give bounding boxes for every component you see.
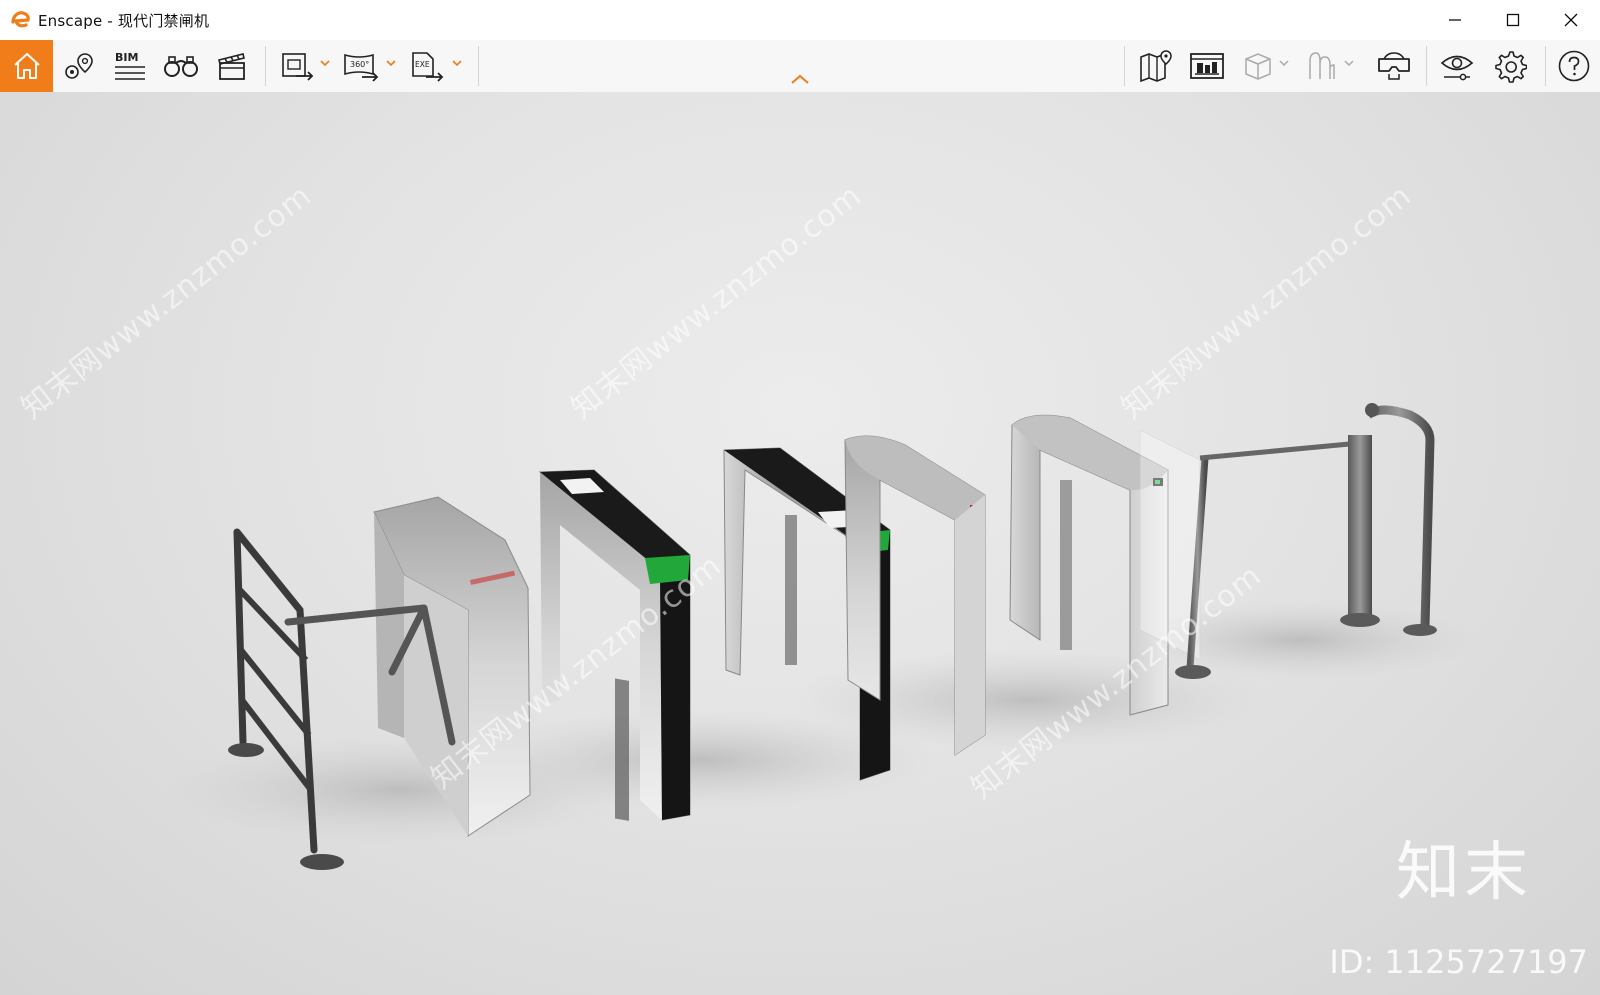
- title-bar: Enscape - 现代门禁闸机: [0, 0, 1600, 40]
- export-image-icon: [282, 53, 314, 81]
- close-button[interactable]: [1542, 0, 1600, 40]
- binoculars-icon: [164, 56, 198, 77]
- vr-button[interactable]: [1370, 40, 1418, 92]
- enscape-logo-icon: [11, 11, 30, 28]
- atmosphere-button[interactable]: [1302, 40, 1342, 92]
- visual-settings-button[interactable]: [1433, 40, 1481, 92]
- clapperboard-icon: [218, 53, 245, 80]
- home-button[interactable]: [0, 40, 53, 92]
- bim-label: BIM: [115, 51, 138, 64]
- exe-label: EXE: [415, 60, 430, 69]
- chevron-down-icon[interactable]: [386, 58, 396, 68]
- close-icon: [1564, 13, 1578, 27]
- atmosphere-icon: [1309, 52, 1335, 79]
- brand-watermark: 知末: [1396, 836, 1532, 910]
- location-pin-icon: [65, 53, 93, 79]
- cube-icon: [1245, 53, 1271, 80]
- cube-button[interactable]: [1238, 40, 1278, 92]
- help-icon: [1558, 50, 1590, 82]
- chevron-down-icon[interactable]: [1344, 58, 1354, 68]
- map-icon: [1140, 50, 1172, 83]
- collapse-toolbar-icon[interactable]: [790, 73, 810, 85]
- panorama-button[interactable]: 360°: [337, 40, 385, 92]
- toolbar-separator: [1426, 46, 1427, 86]
- minimize-icon: [1449, 19, 1461, 21]
- map-button[interactable]: [1132, 40, 1180, 92]
- help-button[interactable]: [1550, 40, 1598, 92]
- render-viewport[interactable]: 知末网www.znzmo.com 知末网www.znzmo.com 知末网www…: [0, 92, 1600, 995]
- chevron-down-icon[interactable]: [1279, 58, 1289, 68]
- exe-export-button[interactable]: EXE: [403, 40, 451, 92]
- main-toolbar: BIM 360° EXE: [0, 40, 1600, 93]
- toolbar-separator: [1545, 46, 1546, 86]
- gear-icon: [1495, 51, 1527, 83]
- eye-icon: [1440, 55, 1474, 81]
- bim-button[interactable]: BIM: [106, 40, 154, 92]
- screenshot-button[interactable]: [275, 40, 321, 92]
- panorama-label: 360°: [350, 60, 369, 69]
- toolbar-separator: [265, 46, 266, 86]
- maximize-button[interactable]: [1484, 0, 1542, 40]
- binoculars-button[interactable]: [157, 40, 205, 92]
- window-controls: [1426, 0, 1600, 40]
- minimize-button[interactable]: [1426, 0, 1484, 40]
- video-button[interactable]: [208, 40, 256, 92]
- export-exe-icon: EXE: [412, 52, 444, 82]
- bim-icon: BIM: [115, 51, 145, 80]
- panorama-icon: 360°: [344, 53, 379, 82]
- image-id-label: ID: 1125727197: [1329, 943, 1588, 981]
- web-standalone-icon: [1190, 53, 1224, 79]
- window-title: Enscape - 现代门禁闸机: [38, 11, 210, 30]
- settings-button[interactable]: [1486, 40, 1534, 92]
- views-button[interactable]: [56, 40, 104, 92]
- home-icon: [13, 53, 40, 79]
- maximize-icon: [1506, 13, 1520, 27]
- chevron-down-icon[interactable]: [320, 58, 330, 68]
- web-standalone-button[interactable]: [1183, 40, 1231, 92]
- vr-headset-icon: [1378, 52, 1410, 80]
- toolbar-separator: [478, 46, 479, 86]
- toolbar-separator: [1124, 46, 1125, 86]
- chevron-down-icon[interactable]: [452, 58, 462, 68]
